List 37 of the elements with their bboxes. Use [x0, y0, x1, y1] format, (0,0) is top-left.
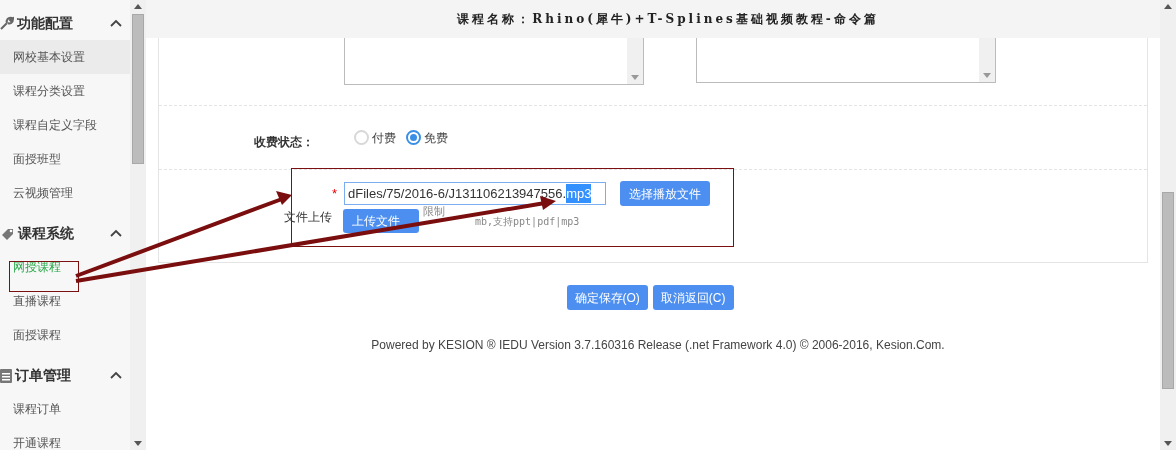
hint-text: mb,支持ppt|pdf|mp3	[475, 217, 580, 227]
scroll-down-icon[interactable]	[1164, 441, 1172, 446]
radio-option[interactable]: 付费	[354, 128, 396, 147]
scroll-up-icon[interactable]	[1164, 4, 1172, 9]
sidebar-item[interactable]: 云视频管理	[0, 176, 130, 210]
scrollbar-thumb[interactable]	[132, 14, 144, 164]
text-area[interactable]	[696, 38, 996, 83]
sidebar-item[interactable]: 直播课程	[0, 284, 130, 318]
scrollbar[interactable]	[1160, 0, 1176, 450]
course-title: 课程名称：Rhino(犀牛)+T-Splines基础视频教程-命令篇	[457, 11, 879, 28]
required-mark: *	[332, 184, 338, 203]
radio-option[interactable]: 免费	[406, 128, 448, 147]
scrollbar[interactable]	[130, 0, 146, 450]
file-path-field[interactable]: dFiles/75/2016-6/J131106213947556.mp3	[344, 182, 607, 205]
wrench-icon	[0, 16, 14, 30]
field-label: 收费状态：	[254, 133, 315, 151]
section-title: 功能配置	[17, 13, 74, 33]
scroll-up-icon[interactable]	[134, 4, 142, 9]
scroll-down-icon[interactable]	[134, 441, 142, 446]
sidebar-item[interactable]: 面授班型	[0, 142, 130, 176]
footer-text: Powered by KESION ® IEDU Version 3.7.160316 Release (.net Framework 4.0) © 2006-2016, Kesion.Com.	[371, 337, 945, 354]
section-title: 课程系统	[18, 223, 75, 243]
radio-button[interactable]	[406, 130, 421, 145]
section-title: 订单管理	[15, 365, 72, 385]
sidebar-item[interactable]: 课程分类设置	[0, 74, 130, 108]
highlight-frame	[9, 261, 79, 292]
scrollbar-thumb[interactable]	[1162, 192, 1174, 389]
chevron-up-icon[interactable]	[110, 371, 122, 379]
hint-text: 限制	[423, 206, 445, 217]
sidebar-item[interactable]: 网校基本设置	[0, 40, 130, 74]
sidebar-item[interactable]: 课程订单	[0, 392, 130, 426]
sidebar-item[interactable]: 面授课程	[0, 318, 130, 352]
text-area[interactable]	[344, 38, 644, 85]
chevron-up-icon[interactable]	[110, 229, 122, 237]
sidebar-item[interactable]: 课程自定义字段	[0, 108, 130, 142]
chevron-up-icon[interactable]	[110, 19, 122, 27]
sidebar-item[interactable]: 开通课程	[0, 426, 130, 450]
